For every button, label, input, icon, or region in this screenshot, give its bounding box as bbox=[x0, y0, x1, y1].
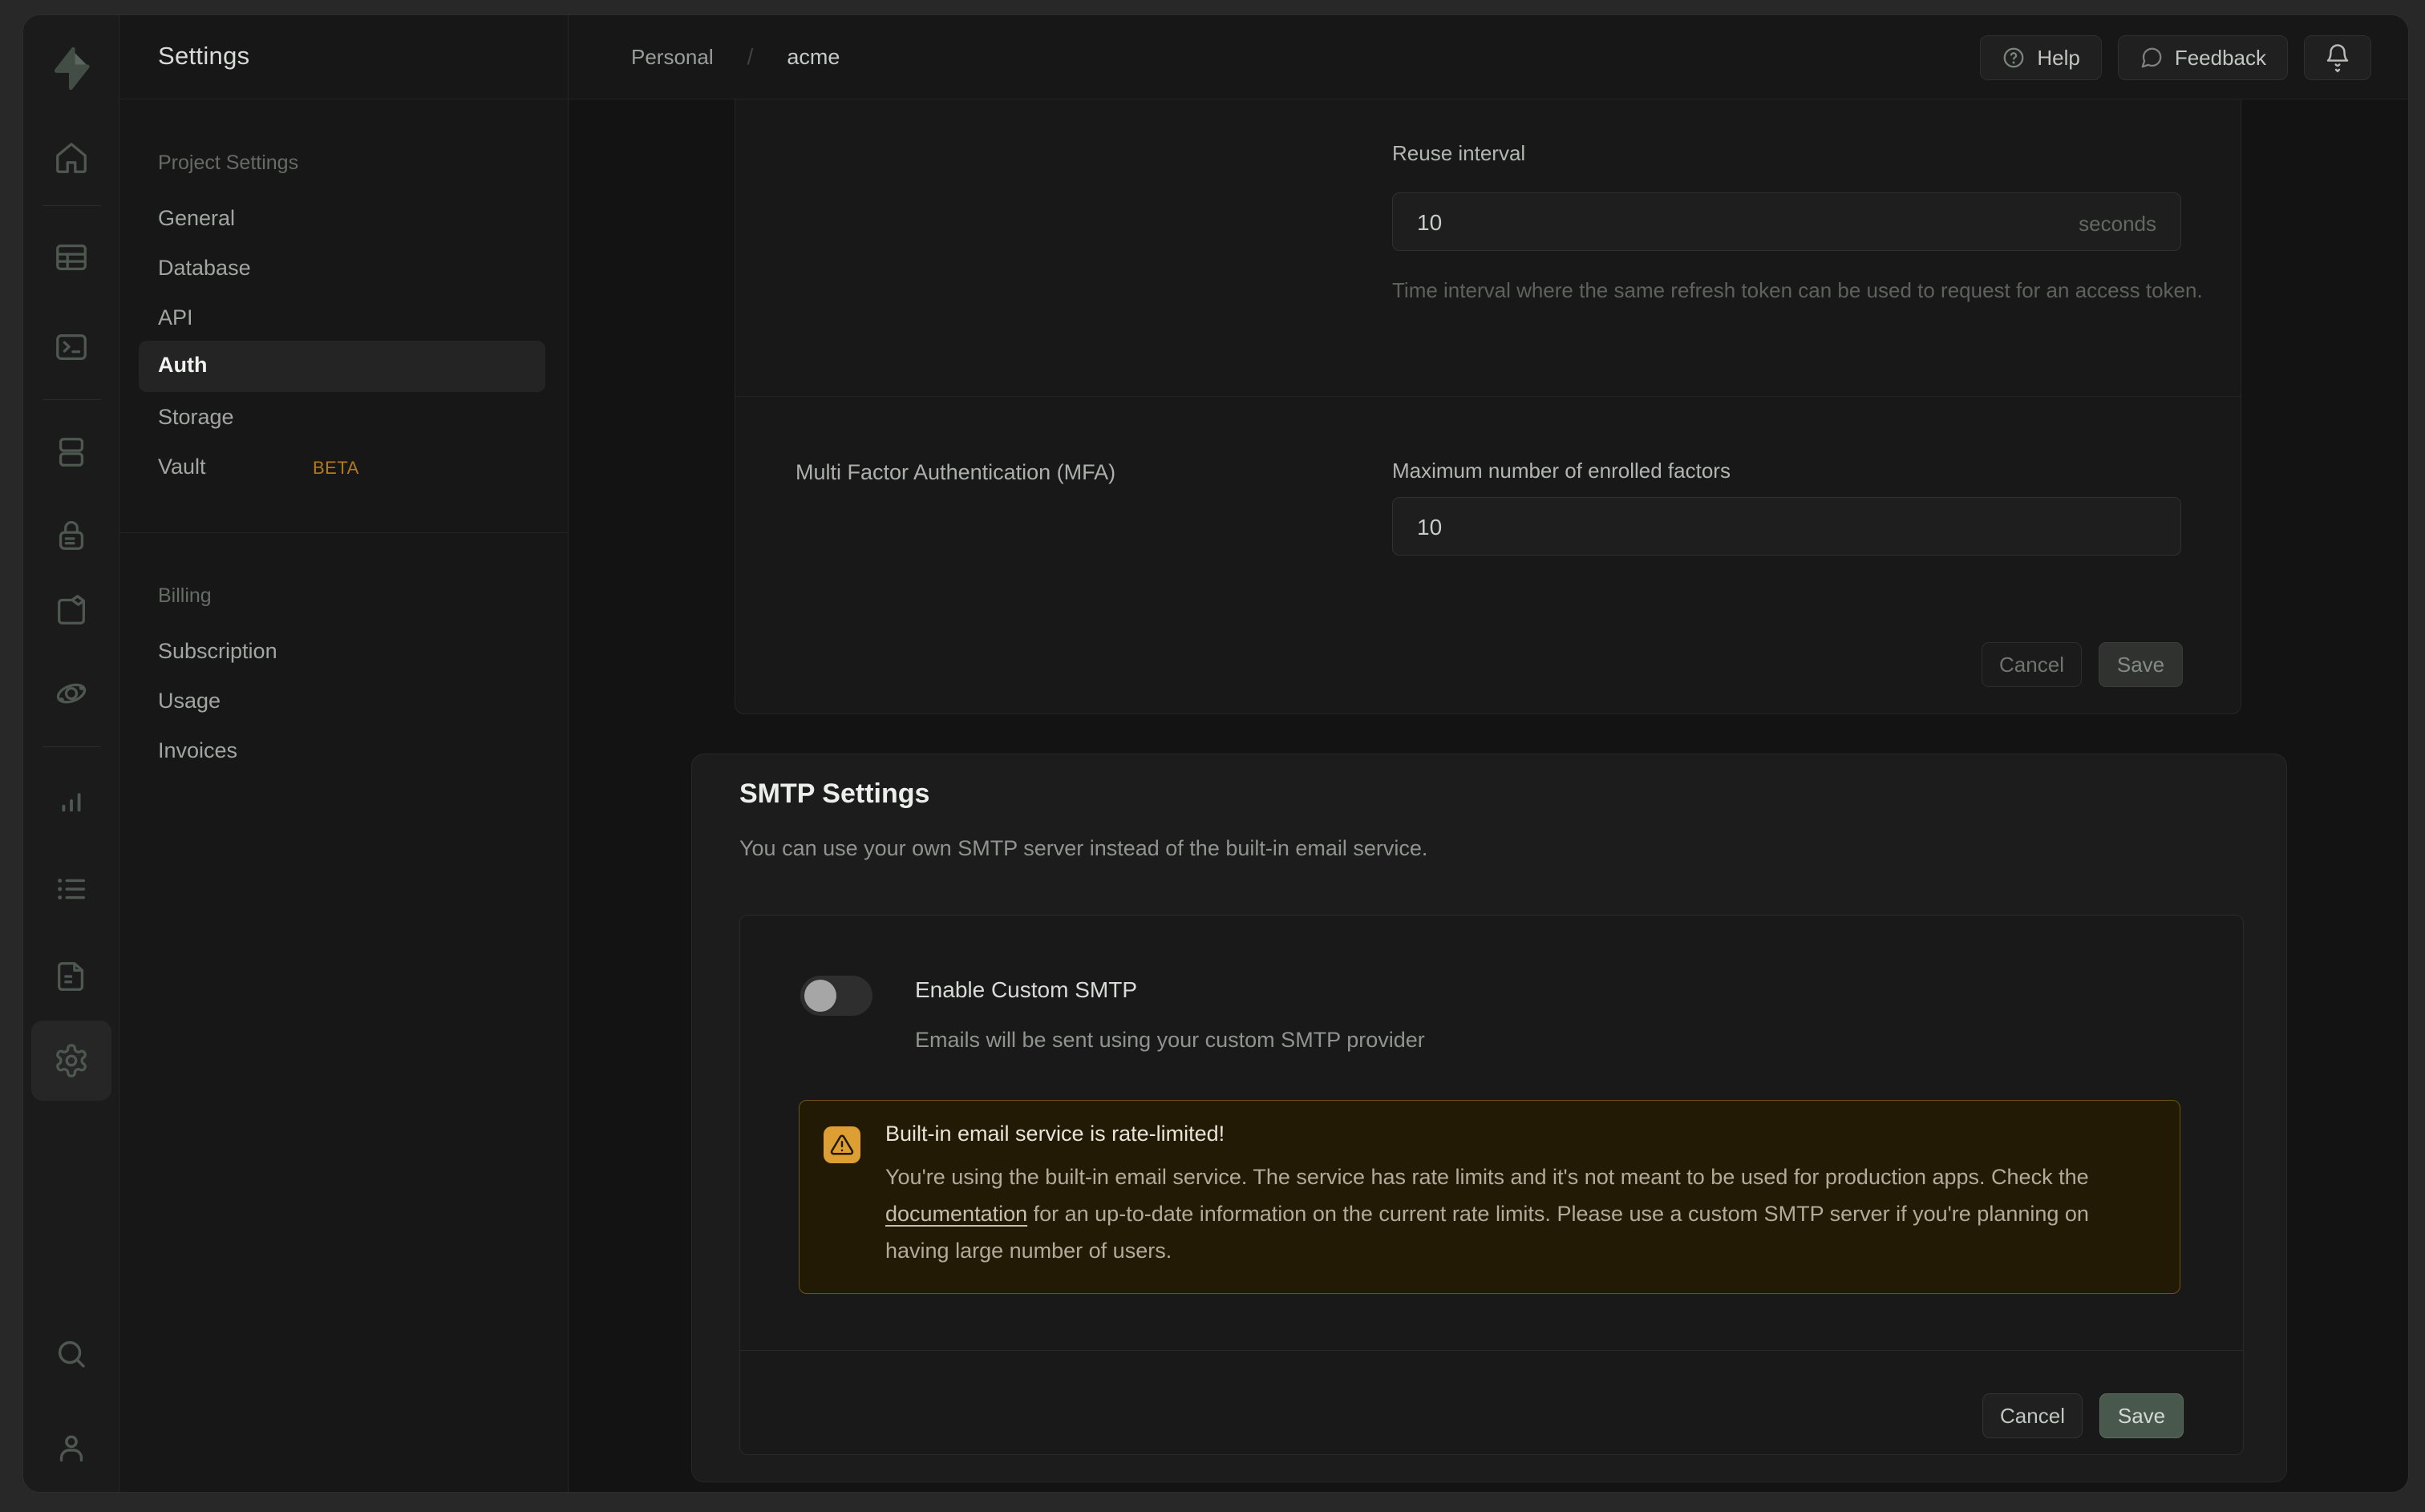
documentation-link[interactable]: documentation bbox=[885, 1202, 1027, 1226]
warning-body-post: for an up-to-date information on the cur… bbox=[885, 1202, 2089, 1263]
smtp-subtitle: You can use your own SMTP server instead… bbox=[739, 836, 1427, 861]
beta-badge: BETA bbox=[313, 458, 359, 479]
help-circle-icon bbox=[2002, 46, 2026, 70]
breadcrumb-project[interactable]: acme bbox=[787, 45, 840, 70]
warning-triangle-icon bbox=[824, 1126, 860, 1163]
card-divider bbox=[735, 396, 2241, 397]
reuse-interval-input[interactable]: 10 seconds bbox=[1392, 192, 2181, 251]
rail-divider bbox=[43, 399, 100, 400]
sidenav-header: Settings bbox=[119, 15, 568, 99]
auth-save-button[interactable]: Save bbox=[2099, 642, 2183, 687]
storage-icon[interactable] bbox=[53, 590, 90, 627]
sidenav-title: Settings bbox=[158, 42, 249, 71]
sidebar-item-database[interactable]: Database bbox=[158, 256, 251, 281]
sidebar-item-vault-label: Vault bbox=[158, 455, 206, 479]
auth-cancel-button[interactable]: Cancel bbox=[1982, 642, 2082, 687]
sidebar-item-auth-selected[interactable]: Auth bbox=[139, 341, 545, 392]
reuse-interval-description: Time interval where the same refresh tok… bbox=[1392, 273, 2218, 308]
breadcrumb: Personal / acme bbox=[631, 44, 840, 70]
warning-body-pre: You're using the built-in email service.… bbox=[885, 1165, 2089, 1189]
reports-icon[interactable] bbox=[53, 782, 90, 819]
settings-rail-active[interactable] bbox=[31, 1021, 111, 1101]
search-icon[interactable] bbox=[53, 1336, 90, 1373]
section-label-billing: Billing bbox=[158, 584, 212, 608]
smtp-card-footer: Cancel Save bbox=[740, 1350, 2243, 1454]
sidebar-item-api[interactable]: API bbox=[158, 305, 193, 330]
auth-lock-icon[interactable] bbox=[53, 517, 90, 554]
feedback-button[interactable]: Feedback bbox=[2118, 35, 2288, 80]
notifications-button[interactable] bbox=[2304, 35, 2371, 80]
section-label-project-settings: Project Settings bbox=[158, 152, 298, 175]
sidebar-item-auth[interactable]: Auth bbox=[158, 353, 207, 378]
logs-icon[interactable] bbox=[53, 871, 90, 908]
sidenav-divider bbox=[119, 532, 568, 533]
mfa-row-label: Multi Factor Authentication (MFA) bbox=[796, 460, 1115, 485]
rail-divider bbox=[43, 746, 100, 747]
reuse-interval-suffix: seconds bbox=[2079, 212, 2156, 237]
database-icon[interactable] bbox=[53, 434, 90, 471]
topbar-actions: Help Feedback bbox=[1980, 35, 2371, 80]
smtp-settings-panel: SMTP Settings You can use your own SMTP … bbox=[691, 754, 2287, 1482]
settings-gear-icon[interactable] bbox=[53, 1042, 90, 1079]
supabase-logo[interactable] bbox=[50, 47, 93, 94]
smtp-title: SMTP Settings bbox=[739, 778, 929, 810]
smtp-save-button[interactable]: Save bbox=[2099, 1393, 2184, 1438]
settings-sidenav: Settings Project Settings General Databa… bbox=[119, 15, 569, 1492]
sidebar-item-usage[interactable]: Usage bbox=[158, 689, 221, 714]
enable-custom-smtp-label: Enable Custom SMTP bbox=[915, 977, 1137, 1003]
reuse-interval-label: Reuse interval bbox=[1392, 141, 1525, 166]
help-button-label: Help bbox=[2037, 46, 2079, 71]
feedback-button-label: Feedback bbox=[2175, 46, 2266, 71]
breadcrumb-separator: / bbox=[747, 44, 754, 70]
sidebar-item-invoices[interactable]: Invoices bbox=[158, 738, 237, 763]
rate-limit-warning: Built-in email service is rate-limited! … bbox=[799, 1100, 2180, 1294]
topbar: Personal / acme Help Feedback bbox=[569, 15, 2408, 99]
main-content: Reuse interval 10 seconds Time interval … bbox=[569, 99, 2408, 1492]
feedback-bubble-icon bbox=[2140, 46, 2164, 70]
mfa-max-factors-input[interactable]: 10 bbox=[1392, 497, 2181, 556]
smtp-cancel-button[interactable]: Cancel bbox=[1982, 1393, 2083, 1438]
rail-divider bbox=[43, 205, 100, 206]
docs-icon[interactable] bbox=[53, 958, 90, 995]
enable-custom-smtp-toggle[interactable] bbox=[800, 976, 872, 1016]
sql-editor-icon[interactable] bbox=[53, 329, 90, 366]
sidebar-item-subscription[interactable]: Subscription bbox=[158, 639, 277, 664]
icon-rail bbox=[23, 15, 119, 1492]
app-window: Settings Project Settings General Databa… bbox=[22, 14, 2409, 1493]
edge-functions-icon[interactable] bbox=[53, 675, 90, 712]
home-icon[interactable] bbox=[53, 139, 90, 176]
user-icon[interactable] bbox=[53, 1429, 90, 1466]
warning-body: You're using the built-in email service.… bbox=[885, 1158, 2152, 1269]
smtp-card: Enable Custom SMTP Emails will be sent u… bbox=[739, 915, 2244, 1455]
warning-title: Built-in email service is rate-limited! bbox=[885, 1122, 1225, 1146]
auth-tokens-card: Reuse interval 10 seconds Time interval … bbox=[735, 99, 2241, 714]
mfa-field-label: Maximum number of enrolled factors bbox=[1392, 459, 1731, 483]
help-button[interactable]: Help bbox=[1980, 35, 2101, 80]
sidebar-item-vault[interactable]: Vault BETA bbox=[158, 455, 206, 479]
sidebar-item-general[interactable]: General bbox=[158, 206, 235, 231]
table-editor-icon[interactable] bbox=[53, 239, 90, 276]
sidebar-item-storage[interactable]: Storage bbox=[158, 405, 234, 430]
mfa-max-factors-value: 10 bbox=[1417, 515, 1442, 540]
toggle-knob bbox=[804, 980, 836, 1012]
breadcrumb-org[interactable]: Personal bbox=[631, 45, 714, 70]
reuse-interval-value: 10 bbox=[1417, 210, 1442, 236]
notifications-bell-icon bbox=[2324, 42, 2351, 74]
enable-custom-smtp-description: Emails will be sent using your custom SM… bbox=[915, 1028, 1425, 1053]
